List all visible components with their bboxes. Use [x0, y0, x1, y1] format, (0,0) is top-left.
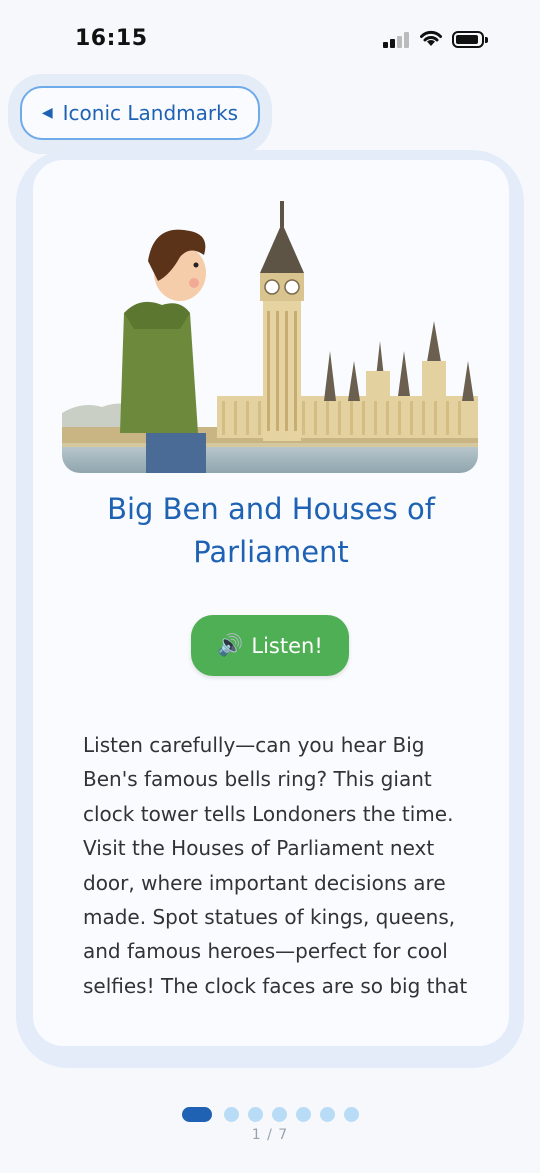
pagination-dot-1[interactable] [181, 1106, 212, 1122]
big-ben-illustration [62, 201, 478, 473]
landmark-description: Listen carefully—can you hear Big Ben's … [83, 733, 468, 1010]
listen-button-label: Listen! [251, 633, 323, 658]
landmark-title: Big Ben and Houses of Parliament [107, 492, 435, 569]
back-button-label: Iconic Landmarks [62, 101, 239, 125]
wifi-icon [420, 30, 442, 46]
status-time: 16:15 [75, 26, 148, 51]
status-bar: 16:15 [0, 0, 540, 80]
signal-icon [383, 32, 411, 48]
page-indicator: 1 / 7 [251, 1127, 289, 1143]
back-button[interactable]: ◀ Iconic Landmarks [20, 86, 260, 140]
listen-button[interactable]: 🔊 Listen! [191, 615, 349, 676]
pagination-dot-7[interactable] [343, 1106, 359, 1122]
battery-icon [452, 31, 488, 48]
pagination-dot-3[interactable] [247, 1106, 263, 1122]
pagination-dot-5[interactable] [295, 1106, 311, 1122]
pagination-dot-4[interactable] [271, 1106, 287, 1122]
speaker-icon: 🔊 [217, 633, 244, 657]
back-arrow-icon: ◀ [41, 105, 53, 121]
pagination-dot-2[interactable] [223, 1106, 239, 1122]
pagination-dot-6[interactable] [319, 1106, 335, 1122]
landmark-card: Big Ben and Houses of Parliament 🔊 Liste… [33, 160, 509, 1046]
pagination-dots [0, 1104, 540, 1124]
